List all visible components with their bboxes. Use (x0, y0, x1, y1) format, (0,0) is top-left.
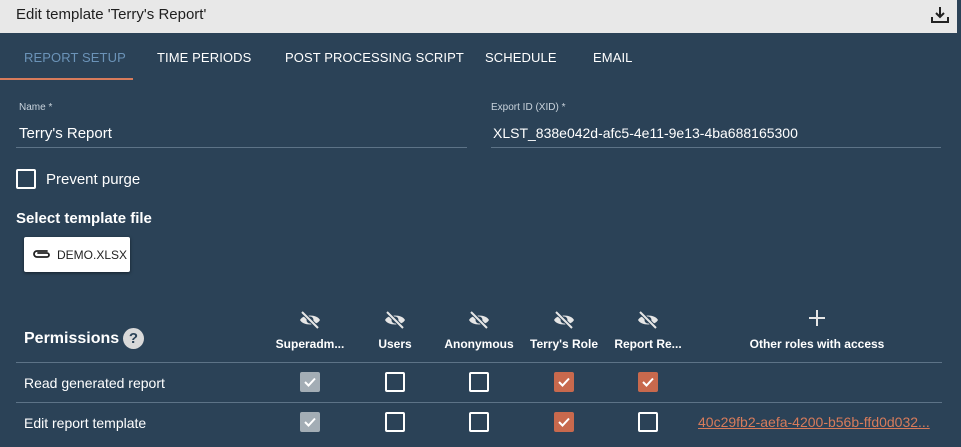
permission-checkbox (300, 372, 320, 392)
eye-off-icon[interactable] (636, 308, 660, 332)
eye-off-icon[interactable] (552, 308, 576, 332)
eye-off-icon[interactable] (298, 308, 322, 332)
export-id-field[interactable]: XLST_838e042d-afc5-4e11-9e13-4ba68816530… (493, 125, 798, 141)
help-icon[interactable]: ? (123, 328, 144, 349)
column-header-report-role: Report Re... (614, 337, 682, 351)
eye-off-icon[interactable] (383, 308, 407, 332)
column-header-anonymous: Anonymous (444, 337, 514, 351)
column-header-terrys-role: Terry's Role (530, 337, 598, 351)
permissions-row-divider (16, 402, 942, 403)
prevent-purge-checkbox[interactable] (16, 169, 36, 189)
permission-checkbox (300, 412, 320, 432)
column-header-other-roles: Other roles with access (749, 337, 885, 351)
permission-checkbox[interactable] (638, 412, 658, 432)
template-file-name: DEMO.XLSX (57, 248, 128, 262)
permissions-title: Permissions (24, 330, 120, 347)
tab-bar: REPORT SETUP TIME PERIODS POST PROCESSIN… (0, 33, 961, 80)
permission-checkbox[interactable] (469, 372, 489, 392)
column-header-superadmin: Superadm... (275, 337, 345, 351)
export-id-field-label: Export ID (XID) * (491, 102, 566, 113)
add-role-icon[interactable] (806, 307, 828, 329)
column-header-users: Users (378, 337, 412, 351)
permission-checkbox[interactable] (554, 372, 574, 392)
name-field[interactable]: Terry's Report (19, 125, 112, 142)
prevent-purge-label: Prevent purge (46, 171, 141, 188)
paperclip-icon (33, 250, 50, 258)
row-label-edit: Edit report template (24, 415, 147, 431)
permission-checkbox[interactable] (469, 412, 489, 432)
active-tab-indicator (0, 78, 133, 80)
permissions-header-divider (16, 362, 942, 363)
permission-checkbox[interactable] (385, 412, 405, 432)
template-file-heading: Select template file (16, 210, 152, 227)
tab-schedule[interactable]: SCHEDULE (485, 50, 557, 65)
row-label-read: Read generated report (24, 375, 165, 391)
export-id-field-underline (491, 147, 941, 148)
tab-post-processing-script[interactable]: POST PROCESSING SCRIPT (285, 50, 464, 65)
dialog-title: Edit template 'Terry's Report' (16, 6, 207, 23)
permission-checkbox[interactable] (638, 372, 658, 392)
tab-email[interactable]: EMAIL (593, 50, 633, 65)
name-field-underline (16, 147, 467, 148)
name-field-label: Name * (19, 102, 53, 113)
eye-off-icon[interactable] (467, 308, 491, 332)
permission-checkbox[interactable] (554, 412, 574, 432)
tab-time-periods[interactable]: TIME PERIODS (157, 50, 251, 65)
tab-report-setup[interactable]: REPORT SETUP (24, 50, 126, 65)
other-role-link[interactable]: 40c29fb2-aefa-4200-b56b-ffd0d032... (698, 414, 935, 430)
select-template-file-button[interactable]: DEMO.XLSX (24, 237, 130, 272)
permission-checkbox[interactable] (385, 372, 405, 392)
download-icon[interactable] (929, 4, 951, 26)
dialog-titlebar: Edit template 'Terry's Report' (0, 0, 959, 33)
